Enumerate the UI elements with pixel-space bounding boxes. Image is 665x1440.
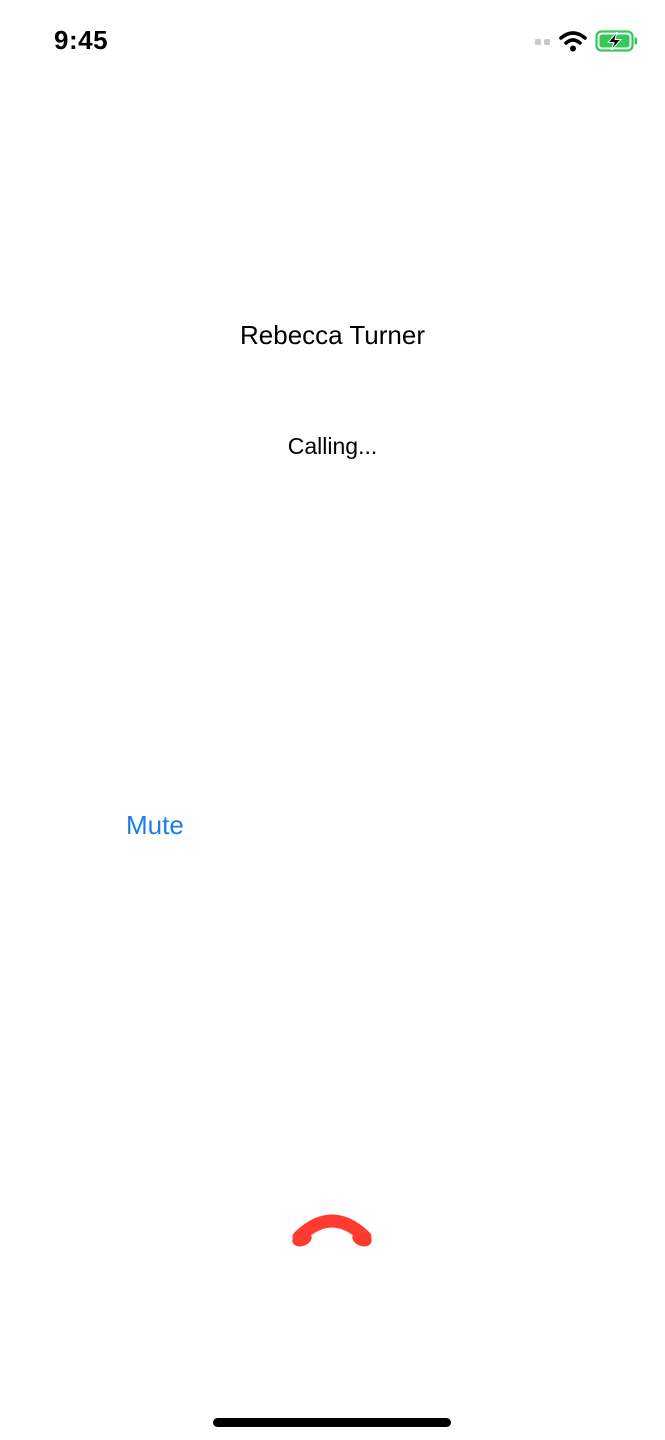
contact-name: Rebecca Turner — [240, 320, 425, 350]
call-status: Calling... — [287, 433, 378, 459]
signal-icon — [535, 39, 550, 45]
wifi-icon — [559, 31, 587, 52]
status-bar: 9:45 — [0, 0, 665, 80]
end-call-icon — [292, 1214, 372, 1247]
end-call-button[interactable] — [282, 1200, 382, 1266]
status-time: 9:45 — [54, 25, 109, 55]
battery-charging-icon — [595, 30, 638, 52]
mute-button[interactable]: Mute — [118, 804, 192, 846]
status-icons — [535, 28, 639, 54]
home-indicator[interactable] — [213, 1418, 451, 1427]
